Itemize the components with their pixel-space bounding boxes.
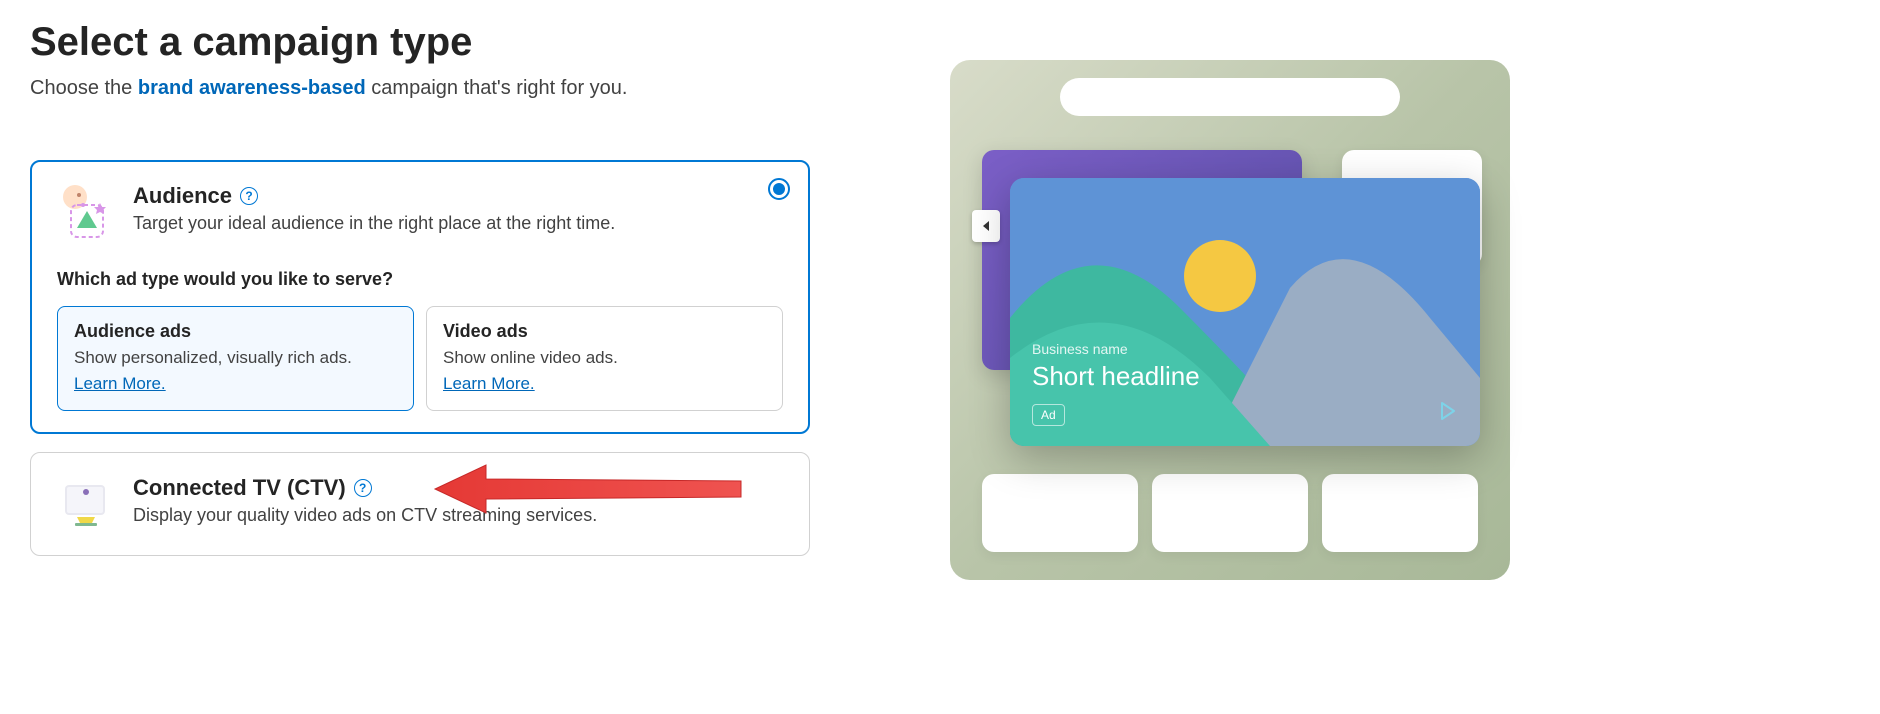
subtitle-post: campaign that's right for you. — [366, 77, 628, 99]
ad-type-question: Which ad type would you like to serve? — [57, 269, 783, 290]
ad-type-desc: Show personalized, visually rich ads. — [74, 348, 397, 368]
ad-type-desc: Show online video ads. — [443, 348, 766, 368]
preview-headline: Short headline — [1032, 361, 1458, 392]
ad-type-audience-ads[interactable]: Audience ads Show personalized, visually… — [57, 306, 414, 411]
preview-bottom-card — [1152, 474, 1308, 552]
page-title: Select a campaign type — [30, 20, 810, 65]
radio-selected-icon — [768, 178, 790, 200]
ad-badge: Ad — [1032, 404, 1065, 426]
ctv-title: Connected TV (CTV) — [133, 475, 346, 501]
back-arrow-icon — [972, 210, 1000, 242]
preview-bottom-card — [982, 474, 1138, 552]
page-subtitle: Choose the brand awareness-based campaig… — [30, 77, 810, 100]
preview-illustration: Business name Short headline Ad — [950, 60, 1510, 580]
ctv-icon — [57, 475, 115, 533]
help-icon[interactable]: ? — [354, 479, 372, 497]
learn-more-link[interactable]: Learn More. — [443, 374, 535, 393]
subtitle-pre: Choose the — [30, 77, 138, 99]
option-audience[interactable]: Audience ? Target your ideal audience in… — [30, 160, 810, 434]
preview-search-bar — [1060, 78, 1400, 116]
help-icon[interactable]: ? — [240, 187, 258, 205]
ad-type-title: Audience ads — [74, 321, 397, 342]
play-icon — [1438, 401, 1458, 426]
ad-type-video-ads[interactable]: Video ads Show online video ads. Learn M… — [426, 306, 783, 411]
subtitle-highlight: brand awareness-based — [138, 77, 366, 99]
audience-desc: Target your ideal audience in the right … — [133, 213, 783, 234]
option-ctv[interactable]: Connected TV (CTV) ? Display your qualit… — [30, 452, 810, 556]
learn-more-link[interactable]: Learn More. — [74, 374, 166, 393]
preview-bottom-card — [1322, 474, 1478, 552]
preview-business-name: Business name — [1032, 341, 1458, 357]
preview-ad-card: Business name Short headline Ad — [1010, 178, 1480, 446]
ad-type-title: Video ads — [443, 321, 766, 342]
ctv-desc: Display your quality video ads on CTV st… — [133, 505, 783, 526]
audience-icon — [57, 183, 115, 241]
audience-title: Audience — [133, 183, 232, 209]
